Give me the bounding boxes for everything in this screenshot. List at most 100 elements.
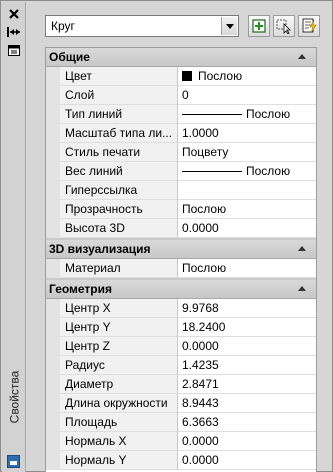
property-value[interactable]: Поцвету [178, 143, 316, 162]
row-gutter [46, 219, 60, 238]
category-header[interactable]: 3D визуализация [46, 240, 316, 259]
row-gutter [46, 67, 60, 86]
property-row[interactable]: Вес линий Послою [46, 162, 316, 181]
property-name: Нормаль Y [60, 451, 178, 470]
palette-app-icon [7, 455, 20, 468]
property-value-text: 0.0000 [182, 453, 219, 467]
property-value-text: 0 [182, 88, 189, 102]
quick-select-icon [302, 18, 317, 34]
property-value[interactable]: 8.9443 [178, 394, 316, 413]
property-name: Материал [60, 259, 178, 278]
palette-title-strip[interactable]: Свойства [2, 2, 26, 472]
row-gutter [46, 105, 60, 124]
row-gutter [46, 394, 60, 413]
chevron-down-icon[interactable] [221, 17, 237, 35]
collapse-arrow-icon[interactable] [298, 54, 306, 59]
row-gutter [46, 337, 60, 356]
row-gutter [46, 86, 60, 105]
property-value[interactable]: 6.3663 [178, 413, 316, 432]
property-grid: Общие Цвет Послою Слой 0 Тип линий Послою Масшт… [45, 47, 317, 472]
property-row[interactable]: Масштаб типа ли... 1.0000 [46, 124, 316, 143]
property-value-text: Послою [198, 69, 243, 83]
property-value-text: Послою [182, 202, 227, 216]
property-name: Центр X [60, 299, 178, 318]
property-value[interactable] [178, 181, 316, 200]
property-value[interactable]: 18.2400 [178, 318, 316, 337]
property-value-text: 8.9443 [182, 396, 219, 410]
property-value-text: 0.0000 [182, 339, 219, 353]
property-name: Гиперссылка [60, 181, 178, 200]
select-objects-icon [276, 19, 291, 34]
property-row[interactable]: Центр Y 18.2400 [46, 318, 316, 337]
property-name: Вес линий [60, 162, 178, 181]
property-value-text: 1.0000 [182, 126, 219, 140]
property-row[interactable]: Центр X 9.9768 [46, 299, 316, 318]
property-value[interactable]: 0.0000 [178, 451, 316, 470]
category-header[interactable]: Общие [46, 48, 316, 67]
property-row[interactable]: Гиперссылка [46, 181, 316, 200]
toggle-pickadd-button[interactable] [248, 15, 270, 37]
property-row[interactable]: Высота 3D 0.0000 [46, 219, 316, 238]
palette-properties-menu-icon[interactable] [6, 43, 22, 57]
property-value[interactable]: Послою [178, 105, 316, 124]
category-label: Общие [49, 50, 90, 64]
property-name: Масштаб типа ли... [60, 124, 178, 143]
row-gutter [46, 200, 60, 219]
row-gutter [46, 299, 60, 318]
property-value-text: 18.2400 [182, 320, 226, 334]
property-row[interactable]: Радиус 1.4235 [46, 356, 316, 375]
property-row[interactable]: Тип линий Послою [46, 105, 316, 124]
property-value[interactable]: 0.0000 [178, 337, 316, 356]
property-row[interactable]: Стиль печати Поцвету [46, 143, 316, 162]
property-name: Площадь [60, 413, 178, 432]
property-value[interactable]: Послою [178, 200, 316, 219]
palette-title-text: Свойства [7, 370, 22, 424]
color-swatch [182, 71, 192, 81]
property-name: Центр Y [60, 318, 178, 337]
property-row[interactable]: Прозрачность Послою [46, 200, 316, 219]
property-row[interactable]: Нормаль Y 0.0000 [46, 451, 316, 470]
line-sample [182, 114, 242, 115]
property-row[interactable]: Центр Z 0.0000 [46, 337, 316, 356]
row-gutter [46, 318, 60, 337]
property-value[interactable]: 0.0000 [178, 219, 316, 238]
property-value[interactable]: 1.4235 [178, 356, 316, 375]
collapse-arrow-icon[interactable] [298, 246, 306, 251]
property-value-text: Послою [246, 164, 291, 178]
select-objects-button[interactable] [273, 15, 295, 37]
property-row[interactable]: Цвет Послою [46, 67, 316, 86]
property-row[interactable]: Материал Послою [46, 259, 316, 278]
property-value[interactable]: 1.0000 [178, 124, 316, 143]
autohide-icon[interactable] [6, 25, 22, 39]
property-name: Тип линий [60, 105, 178, 124]
toolbar: Круг [45, 15, 325, 41]
property-row[interactable]: Площадь 6.3663 [46, 413, 316, 432]
close-icon[interactable] [6, 7, 22, 21]
collapse-arrow-icon[interactable] [298, 286, 306, 291]
toggle-pickadd-icon [252, 19, 266, 33]
property-value[interactable]: 2.8471 [178, 375, 316, 394]
property-value-text: Поцвету [182, 145, 229, 159]
property-value-text: Послою [246, 107, 291, 121]
property-value[interactable]: Послою [178, 67, 316, 86]
property-name: Стиль печати [60, 143, 178, 162]
palette-vertical-title: Свойства [3, 342, 25, 452]
property-value[interactable]: Послою [178, 162, 316, 181]
quick-select-button[interactable] [298, 15, 320, 37]
property-row[interactable]: Слой 0 [46, 86, 316, 105]
object-type-value: Круг [51, 19, 75, 33]
property-value[interactable]: 0.0000 [178, 432, 316, 451]
row-gutter [46, 413, 60, 432]
object-type-select[interactable]: Круг [45, 15, 239, 37]
row-gutter [46, 181, 60, 200]
category-header[interactable]: Геометрия [46, 280, 316, 299]
property-value[interactable]: 0 [178, 86, 316, 105]
property-value[interactable]: Послою [178, 259, 316, 278]
property-row[interactable]: Длина окружности 8.9443 [46, 394, 316, 413]
property-value[interactable]: 9.9768 [178, 299, 316, 318]
row-gutter [46, 124, 60, 143]
row-gutter [46, 143, 60, 162]
property-row[interactable]: Нормаль X 0.0000 [46, 432, 316, 451]
row-gutter [46, 162, 60, 181]
property-row[interactable]: Диаметр 2.8471 [46, 375, 316, 394]
